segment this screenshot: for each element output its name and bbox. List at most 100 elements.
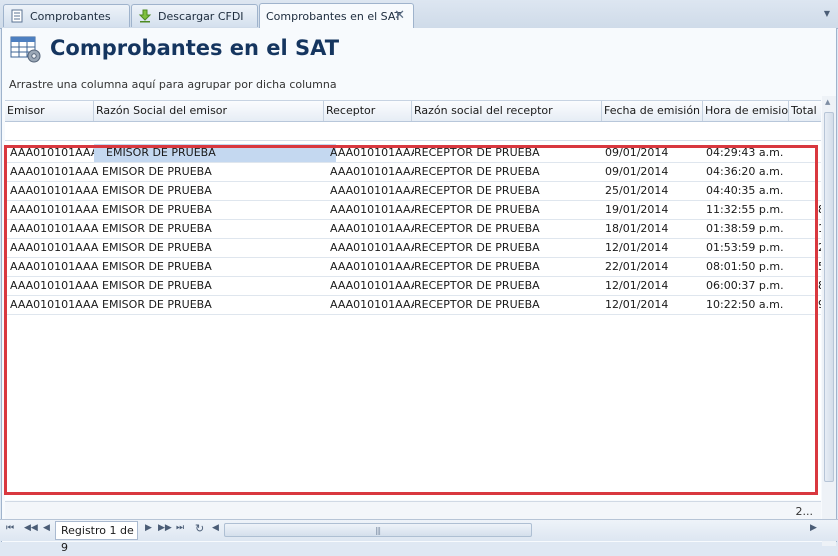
cell-razon-social-receptor[interactable]: RECEPTOR DE PRUEBA <box>414 220 604 238</box>
next-page-icon[interactable]: ▶▶ <box>158 523 172 533</box>
cell-hora-emision[interactable]: 08:01:50 p.m. <box>706 258 790 276</box>
cell-receptor[interactable]: AAA010101AAA <box>330 239 414 257</box>
cell-razon-social-emisor[interactable]: EMISOR DE PRUEBA <box>94 144 336 162</box>
cell-razon-social-receptor[interactable]: RECEPTOR DE PRUEBA <box>414 277 604 295</box>
cell-emisor[interactable]: AAA010101AAA <box>10 258 102 276</box>
tab-descargar-cfdi[interactable]: Descargar CFDI <box>131 4 258 27</box>
cell-total[interactable] <box>815 144 821 162</box>
first-record-icon[interactable]: ⏮ <box>6 523 14 533</box>
filter-row[interactable] <box>5 122 821 141</box>
cell-razon-social-receptor[interactable]: RECEPTOR DE PRUEBA <box>414 296 604 314</box>
cell-hora-emision[interactable]: 04:40:35 a.m. <box>706 182 790 200</box>
cell-emisor[interactable]: AAA010101AAA <box>10 144 102 162</box>
horizontal-scroll-thumb[interactable]: ||| <box>224 523 532 537</box>
vertical-scroll-thumb[interactable] <box>824 112 834 482</box>
tab-list-dropdown-icon[interactable]: ▼ <box>824 9 830 18</box>
cell-razon-social-receptor[interactable]: RECEPTOR DE PRUEBA <box>414 239 604 257</box>
cell-razon-social-emisor[interactable]: EMISOR DE PRUEBA <box>94 163 332 181</box>
cell-hora-emision[interactable]: 11:32:55 p.m. <box>706 201 790 219</box>
cell-razon-social-emisor[interactable]: EMISOR DE PRUEBA <box>94 277 332 295</box>
table-row[interactable]: AAA010101AAA EMISOR DE PRUEBA AAA010101AAA… <box>5 163 821 182</box>
cell-receptor[interactable]: AAA010101AAA <box>330 163 414 181</box>
cell-razon-social-emisor[interactable]: EMISOR DE PRUEBA <box>94 220 332 238</box>
table-row[interactable]: AAA010101AAA EMISOR DE PRUEBA AAA010101AAA… <box>5 182 821 201</box>
cell-fecha-emision[interactable]: 22/01/2014 <box>605 258 705 276</box>
cell-fecha-emision[interactable]: 12/01/2014 <box>605 239 705 257</box>
cell-razon-social-emisor[interactable]: EMISOR DE PRUEBA <box>94 201 332 219</box>
cell-razon-social-receptor[interactable]: RECEPTOR DE PRUEBA <box>414 144 604 162</box>
scroll-right-icon[interactable]: ▶ <box>810 523 817 533</box>
cell-total[interactable]: 2 <box>815 239 821 257</box>
column-header-razon-social-receptor[interactable]: Razón social del receptor <box>412 101 602 121</box>
refresh-icon[interactable]: ↻ <box>195 522 204 535</box>
cell-fecha-emision[interactable]: 09/01/2014 <box>605 163 705 181</box>
tab-comprobantes[interactable]: Comprobantes <box>3 4 130 27</box>
cell-total[interactable]: 5 <box>815 258 821 276</box>
cell-fecha-emision[interactable]: 19/01/2014 <box>605 201 705 219</box>
tab-comprobantes-en-el-sat[interactable]: Comprobantes en el SAT ✕ <box>259 3 414 28</box>
cell-razon-social-emisor[interactable]: EMISOR DE PRUEBA <box>94 182 332 200</box>
table-row[interactable]: AAA010101AAA EMISOR DE PRUEBA AAA010101AAA… <box>5 277 821 296</box>
previous-record-icon[interactable]: ◀ <box>43 523 50 533</box>
scroll-left-icon[interactable]: ◀ <box>212 523 219 533</box>
cell-razon-social-emisor[interactable]: EMISOR DE PRUEBA <box>94 239 332 257</box>
cell-receptor[interactable]: AAA010101AAA <box>330 220 414 238</box>
close-icon[interactable]: ✕ <box>394 8 405 23</box>
last-record-icon[interactable]: ⏭ <box>176 523 184 533</box>
cell-hora-emision[interactable]: 01:38:59 p.m. <box>706 220 790 238</box>
cell-fecha-emision[interactable]: 12/01/2014 <box>605 277 705 295</box>
table-row[interactable]: AAA010101AAA EMISOR DE PRUEBA AAA010101AAA… <box>5 296 821 315</box>
column-header-emisor[interactable]: Emisor <box>5 101 94 121</box>
cell-emisor[interactable]: AAA010101AAA <box>10 277 102 295</box>
table-row[interactable]: AAA010101AAA EMISOR DE PRUEBA AAA010101AAA… <box>5 258 821 277</box>
table-row[interactable]: AAA010101AAA EMISOR DE PRUEBA AAA010101AAA… <box>5 239 821 258</box>
cell-emisor[interactable]: AAA010101AAA <box>10 163 102 181</box>
cell-emisor[interactable]: AAA010101AAA <box>10 220 102 238</box>
cell-fecha-emision[interactable]: 25/01/2014 <box>605 182 705 200</box>
cell-total[interactable] <box>815 163 821 181</box>
cell-hora-emision[interactable]: 04:29:43 a.m. <box>706 144 790 162</box>
cell-receptor[interactable]: AAA010101AAA <box>330 144 414 162</box>
group-by-panel[interactable]: Arrastre una columna aquí para agrupar p… <box>9 78 337 91</box>
horizontal-scrollbar[interactable]: ||| <box>224 523 808 538</box>
cell-total[interactable]: 9 <box>815 296 821 314</box>
cell-razon-social-receptor[interactable]: RECEPTOR DE PRUEBA <box>414 258 604 276</box>
cell-total[interactable]: 8 <box>815 201 821 219</box>
cell-hora-emision[interactable]: 06:00:37 p.m. <box>706 277 790 295</box>
column-header-fecha-emision[interactable]: Fecha de emisión <box>602 101 703 121</box>
cell-emisor[interactable]: AAA010101AAA <box>10 239 102 257</box>
table-row[interactable]: AAA010101AAA EMISOR DE PRUEBA AAA010101AAA… <box>5 201 821 220</box>
cell-razon-social-emisor[interactable]: EMISOR DE PRUEBA <box>94 296 332 314</box>
cell-total[interactable] <box>815 182 821 200</box>
next-record-icon[interactable]: ▶ <box>145 523 152 533</box>
cell-hora-emision[interactable]: 10:22:50 a.m. <box>706 296 790 314</box>
column-header-total[interactable]: Total <box>789 101 821 121</box>
cell-hora-emision[interactable]: 04:36:20 a.m. <box>706 163 790 181</box>
cell-hora-emision[interactable]: 01:53:59 p.m. <box>706 239 790 257</box>
cell-total[interactable]: 8 <box>815 277 821 295</box>
table-row[interactable]: AAA010101AAA EMISOR DE PRUEBA AAA010101AAA… <box>5 220 821 239</box>
scroll-up-icon[interactable]: ▲ <box>825 98 830 106</box>
cell-fecha-emision[interactable]: 09/01/2014 <box>605 144 705 162</box>
cell-receptor[interactable]: AAA010101AAA <box>330 201 414 219</box>
cell-receptor[interactable]: AAA010101AAA <box>330 258 414 276</box>
cell-receptor[interactable]: AAA010101AAA <box>330 277 414 295</box>
cell-receptor[interactable]: AAA010101AAA <box>330 182 414 200</box>
cell-emisor[interactable]: AAA010101AAA <box>10 182 102 200</box>
column-header-hora-emision[interactable]: Hora de emision <box>703 101 789 121</box>
cell-fecha-emision[interactable]: 12/01/2014 <box>605 296 705 314</box>
cell-fecha-emision[interactable]: 18/01/2014 <box>605 220 705 238</box>
column-header-receptor[interactable]: Receptor <box>324 101 412 121</box>
cell-total[interactable]: 1 <box>815 220 821 238</box>
cell-emisor[interactable]: AAA010101AAA <box>10 296 102 314</box>
cell-razon-social-emisor[interactable]: EMISOR DE PRUEBA <box>94 258 332 276</box>
cell-emisor[interactable]: AAA010101AAA <box>10 201 102 219</box>
column-header-razon-social-emisor[interactable]: Razón Social del emisor <box>94 101 324 121</box>
table-row[interactable]: AAA010101AAA EMISOR DE PRUEBA AAA010101AAA… <box>5 144 821 163</box>
cell-razon-social-receptor[interactable]: RECEPTOR DE PRUEBA <box>414 201 604 219</box>
cell-razon-social-receptor[interactable]: RECEPTOR DE PRUEBA <box>414 163 604 181</box>
previous-page-icon[interactable]: ◀◀ <box>24 523 38 533</box>
cell-razon-social-receptor[interactable]: RECEPTOR DE PRUEBA <box>414 182 604 200</box>
cell-receptor[interactable]: AAA010101AAA <box>330 296 414 314</box>
vertical-scrollbar[interactable]: ▲ ▼ <box>822 96 836 546</box>
